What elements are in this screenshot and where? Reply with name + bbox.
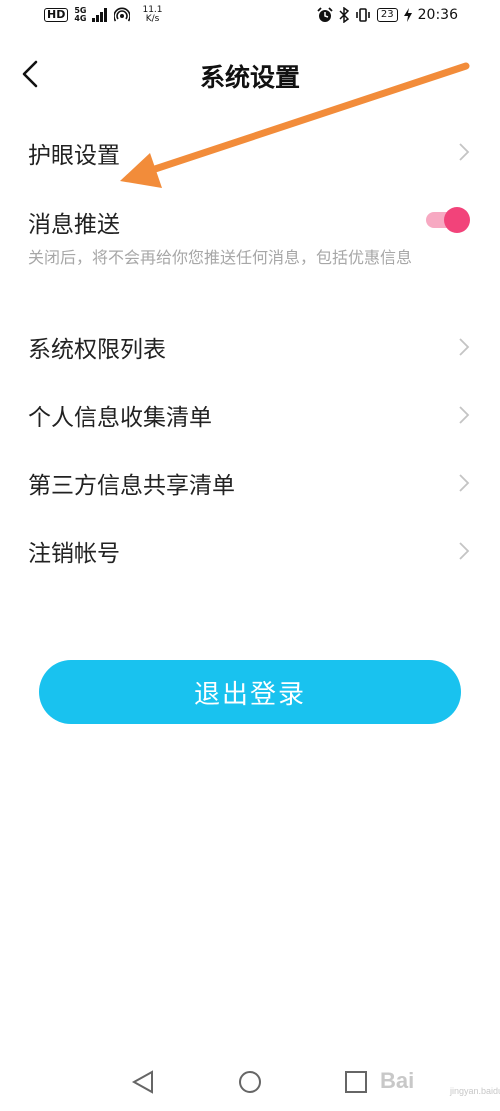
chevron-right-icon [459, 143, 470, 161]
nav-back-button[interactable] [124, 1062, 164, 1102]
square-recents-icon [345, 1071, 367, 1093]
personal-info-list-row[interactable]: 个人信息收集清单 [0, 388, 500, 444]
eye-protection-label: 护眼设置 [28, 143, 120, 169]
push-notification-description: 关闭后，将不会再给你您推送任何消息，包括优惠信息 [28, 248, 413, 267]
hd-badge: HD [44, 8, 69, 22]
system-nav-bar [0, 1052, 500, 1111]
battery-level: 23 [376, 8, 398, 22]
cancel-account-label: 注销帐号 [28, 541, 120, 567]
network-speed-unit: K/s [145, 14, 160, 24]
third-party-list-label: 第三方信息共享清单 [28, 473, 235, 499]
network-speed: 11.1 K/s [142, 6, 162, 24]
toggle-knob [444, 207, 470, 233]
triangle-back-icon [131, 1070, 153, 1094]
page-title: 系统设置 [199, 63, 300, 92]
settings-screen: HD 5G 4G 11.1 K/s 23 20:36 系统设置 护眼设置 消息推… [0, 0, 500, 1111]
logout-button[interactable]: 退出登录 [39, 660, 461, 724]
vibrate-icon [356, 8, 370, 22]
cancel-account-row[interactable]: 注销帐号 [0, 524, 500, 580]
status-right: 23 20:36 [317, 7, 458, 23]
status-left: HD 5G 4G 11.1 K/s [44, 6, 163, 24]
push-notification-toggle[interactable] [426, 207, 470, 233]
eye-protection-row[interactable]: 护眼设置 [0, 126, 500, 182]
alarm-icon [317, 7, 333, 22]
network-type: 5G 4G [74, 7, 86, 23]
charging-icon [403, 8, 412, 22]
bluetooth-icon [339, 7, 349, 23]
clock-time: 20:36 [417, 7, 458, 23]
permission-list-label: 系统权限列表 [28, 337, 166, 363]
hotspot-icon [114, 7, 131, 22]
nav-home-button[interactable] [230, 1062, 270, 1102]
third-party-list-row[interactable]: 第三方信息共享清单 [0, 456, 500, 512]
push-notification-label: 消息推送 [28, 212, 120, 238]
chevron-right-icon [459, 474, 470, 492]
personal-info-list-label: 个人信息收集清单 [28, 405, 212, 431]
permission-list-row[interactable]: 系统权限列表 [0, 320, 500, 376]
nav-recents-button[interactable] [336, 1062, 376, 1102]
chevron-right-icon [459, 406, 470, 424]
push-notification-row: 消息推送 关闭后，将不会再给你您推送任何消息，包括优惠信息 [0, 196, 500, 300]
status-bar: HD 5G 4G 11.1 K/s 23 20:36 [0, 0, 500, 34]
network-type-bottom: 4G [74, 14, 87, 23]
nav-header: 系统设置 [0, 44, 500, 104]
circle-home-icon [239, 1071, 261, 1093]
signal-icon [92, 8, 108, 22]
chevron-right-icon [459, 338, 470, 356]
chevron-right-icon [459, 542, 470, 560]
